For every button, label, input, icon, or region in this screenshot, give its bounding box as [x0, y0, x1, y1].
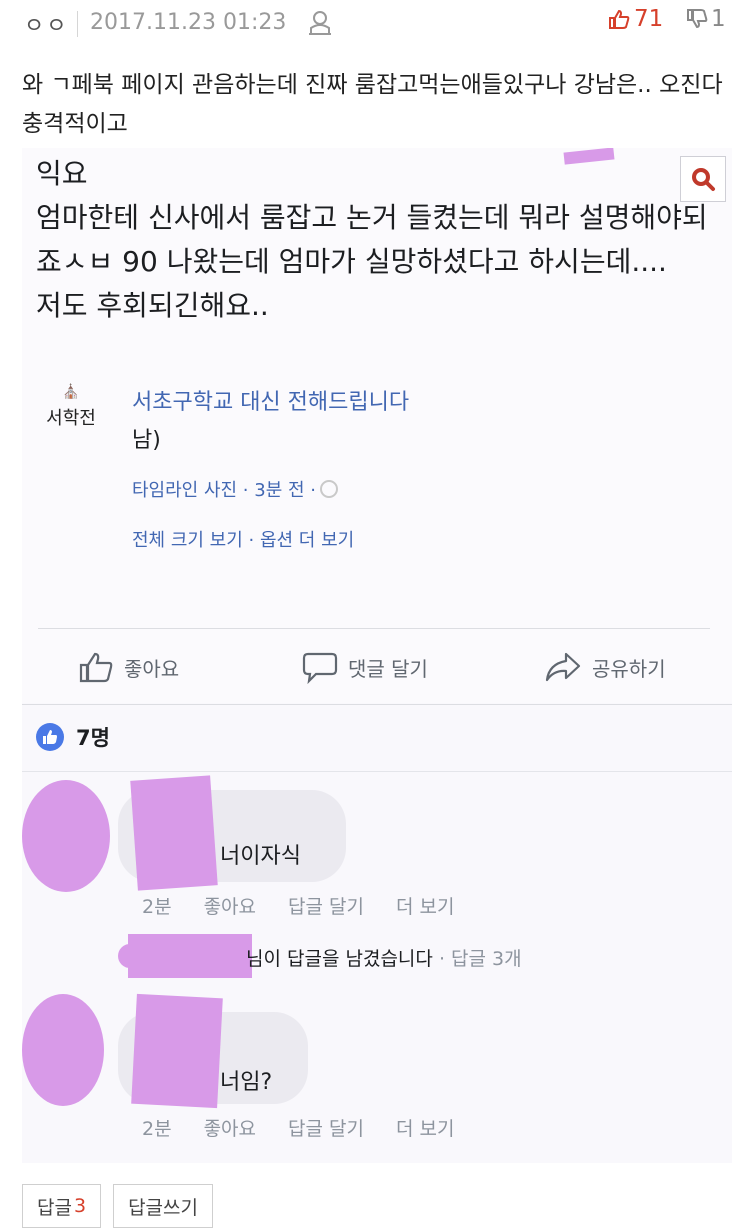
comment-text: 너이자식 [220, 844, 301, 869]
likes-summary[interactable]: 7명 [36, 722, 110, 752]
screenshot-post-text: 익요 엄마한테 신사에서 룸잡고 논거 들켰는데 뭐라 설명해야되죠ㅅㅂ 90 … [36, 157, 708, 322]
post-action-bar: 좋아요 댓글 달기 공유하기 [22, 630, 732, 702]
redaction-mark [128, 934, 252, 978]
share-action-button[interactable]: 공유하기 [544, 650, 666, 684]
post-meta: 타임라인 사진 · 3분 전 · [132, 476, 338, 502]
speech-bubble-icon [302, 652, 338, 684]
write-reply-button[interactable]: 답글쓰기 [113, 1184, 213, 1228]
avatar[interactable] [22, 780, 110, 892]
author-name[interactable]: ㅇㅇ [24, 8, 68, 40]
post-meta-text: 타임라인 사진 · 3분 전 · [132, 480, 316, 501]
like-badge-icon [36, 723, 64, 751]
likes-count: 7명 [76, 726, 110, 750]
post-body-text: 와 ㄱ페북 페이지 관음하는데 진짜 룸잡고먹는애들있구나 강남은.. 오진다 … [22, 72, 723, 137]
replies-count: 3 [73, 1195, 87, 1217]
avatar[interactable] [22, 994, 104, 1106]
like-action-button[interactable]: 좋아요 [78, 650, 179, 684]
comment-actions: 2분 좋아요 답글 달기 더 보기 [142, 1114, 486, 1141]
comment-time: 2분 [142, 1118, 172, 1140]
replies-label: 답글 [37, 1196, 72, 1219]
page-name-link[interactable]: 서초구학교 대신 전해드립니다 [132, 384, 409, 416]
user-info-icon[interactable] [308, 10, 332, 36]
thumbs-up-icon [79, 652, 113, 683]
redaction-mark [131, 993, 223, 1109]
zoom-button[interactable] [680, 156, 726, 202]
share-action-label: 공유하기 [592, 656, 666, 681]
comment-reply-link[interactable]: 답글 달기 [288, 1114, 364, 1141]
comment-actions: 2분 좋아요 답글 달기 더 보기 [142, 892, 486, 919]
upvote-button[interactable]: 71 [608, 6, 663, 32]
comment-like-link[interactable]: 좋아요 [204, 892, 256, 919]
write-reply-label: 답글쓰기 [128, 1196, 198, 1219]
comment-reply-link[interactable]: 답글 달기 [288, 892, 364, 919]
reply-notice-text: 님이 답글을 남겼습니다 [246, 948, 433, 970]
share-arrow-icon [545, 652, 581, 682]
divider [22, 704, 732, 705]
comment-action-button[interactable]: 댓글 달기 [302, 650, 428, 684]
replies-button[interactable]: 답글 3 [22, 1184, 102, 1228]
post-date: 2017.11.23 01:23 [90, 10, 287, 35]
comment-more-link[interactable]: 더 보기 [396, 892, 454, 919]
like-action-label: 좋아요 [124, 656, 180, 681]
thumbs-down-icon [687, 9, 708, 29]
upvote-count: 71 [634, 6, 664, 32]
comment-time: 2분 [142, 896, 172, 918]
post-footer: 답글 3 답글쓰기 [22, 1184, 213, 1228]
post-sub-text: 남) [132, 428, 161, 453]
downvote-button[interactable]: 1 [686, 6, 726, 32]
thumbs-up-icon [609, 9, 630, 29]
page-logo-text: 서학전 [46, 408, 96, 429]
redaction-mark [130, 775, 218, 891]
comment-text: 너임? [220, 1070, 273, 1095]
comment-more-link[interactable]: 더 보기 [396, 1114, 454, 1141]
downvote-count: 1 [711, 6, 726, 32]
globe-icon [319, 480, 338, 498]
magnifier-icon [692, 168, 715, 191]
photo-options-links[interactable]: 전체 크기 보기 · 옵션 더 보기 [132, 526, 354, 552]
comment-action-label: 댓글 달기 [348, 656, 428, 681]
facebook-post-card: 익요 엄마한테 신사에서 룸잡고 논거 들켰는데 뭐라 설명해야되죠ㅅㅂ 90 … [22, 148, 732, 703]
embedded-facebook-screenshot: 익요 엄마한테 신사에서 룸잡고 논거 들켰는데 뭐라 설명해야되죠ㅅㅂ 90 … [22, 148, 732, 1163]
header-divider [77, 11, 78, 37]
post-header: ㅇㅇ 2017.11.23 01:23 71 1 [0, 0, 750, 48]
page-logo[interactable]: ⛪ 서학전 [36, 384, 106, 430]
reply-notice[interactable]: 님이 답글을 남겼습니다 · 답글 3개 [246, 944, 522, 971]
divider [38, 628, 710, 629]
divider [22, 771, 732, 772]
building-icon: ⛪ [62, 384, 80, 400]
comment-like-link[interactable]: 좋아요 [204, 1114, 256, 1141]
reply-count: · 답글 3개 [438, 948, 522, 970]
